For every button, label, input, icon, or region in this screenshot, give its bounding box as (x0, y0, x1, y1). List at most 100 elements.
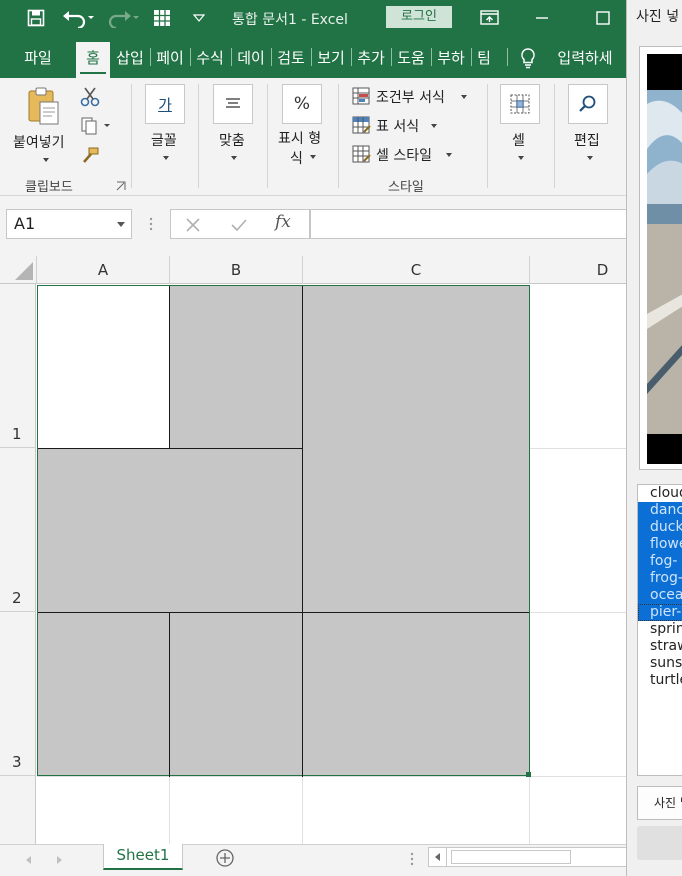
conditional-format-button[interactable]: 조건부 서식 (376, 87, 445, 107)
tell-me-input[interactable]: 입력하세 (552, 36, 618, 78)
tab-page-layout[interactable]: 페이 (152, 36, 188, 78)
number-format-label-2[interactable]: 식 (290, 148, 303, 168)
column-header-b[interactable]: B (170, 256, 303, 284)
file-item[interactable]: turtle (638, 672, 682, 689)
insert-function-icon[interactable]: fx (275, 212, 291, 232)
file-item[interactable]: fog- (638, 553, 682, 570)
enter-check-icon[interactable] (230, 217, 248, 233)
cell-style-icon (352, 145, 372, 167)
table-format-button[interactable]: 표 서식 (376, 116, 419, 136)
form-grid-icon[interactable] (150, 6, 174, 30)
maximize-icon[interactable] (590, 6, 614, 30)
scroll-sheets-left-icon[interactable] (24, 854, 34, 869)
format-painter-icon[interactable] (80, 146, 100, 170)
number-format-label-1[interactable]: 표시 형 (278, 128, 321, 148)
file-item[interactable]: duck (638, 519, 682, 536)
column-header-c[interactable]: C (303, 256, 530, 284)
tab-data[interactable]: 데이 (233, 36, 269, 78)
undo-icon[interactable] (60, 6, 98, 30)
scroll-thumb[interactable] (451, 850, 571, 864)
table-format-icon (352, 116, 372, 138)
clipboard-launcher-icon[interactable] (116, 180, 126, 195)
font-icon: 가 (158, 95, 172, 114)
paste-icon[interactable] (26, 86, 60, 132)
file-item[interactable]: cloud (638, 485, 682, 502)
file-item[interactable]: danc (638, 502, 682, 519)
editing-label[interactable]: 편집 (574, 130, 600, 150)
ribbon-tabs: 파일 홈 삽입 페이 수식 데이 검토 보기 추가 도움 부하 팀 입력하세 (0, 36, 626, 78)
row-header-3[interactable]: 3 (0, 612, 36, 776)
cells-label[interactable]: 셀 (512, 130, 525, 150)
save-icon[interactable] (24, 6, 48, 30)
tab-splitter-icon[interactable] (410, 852, 414, 870)
tab-load-test[interactable]: 부하 (433, 36, 469, 78)
row-header-2[interactable]: 2 (0, 448, 36, 612)
customize-toolbar-icon[interactable] (190, 6, 208, 30)
picture-white-region (38, 286, 169, 448)
name-box[interactable]: A1 (6, 209, 132, 239)
tab-review[interactable]: 검토 (273, 36, 309, 78)
file-item[interactable]: straw (638, 638, 682, 655)
minimize-icon[interactable] (530, 6, 554, 30)
paste-label[interactable]: 붙여넣기 (13, 132, 65, 152)
cells-button[interactable] (500, 84, 540, 124)
login-button[interactable]: 로그인 (386, 6, 452, 28)
cancel-icon[interactable] (185, 217, 201, 233)
number-format-button[interactable]: % (282, 84, 322, 124)
file-list[interactable]: cloud danc duck flowe fog- frog- ocea pi… (637, 484, 682, 776)
row-headers: 1 2 3 (0, 284, 36, 844)
preview-photo (647, 54, 682, 464)
tab-team[interactable]: 팀 (473, 36, 495, 78)
lightbulb-icon[interactable] (518, 47, 538, 73)
inserted-picture[interactable] (37, 285, 531, 777)
insert-picture-dialog: 사진 넣 cloud danc duck flowe fog- frog- oc… (626, 0, 682, 876)
insert-picture-button[interactable]: 사진 넣 (637, 786, 682, 820)
file-item[interactable]: frog- (638, 570, 682, 587)
tab-home[interactable]: 홈 (76, 42, 110, 78)
sheet-tab-sheet1[interactable]: Sheet1 (103, 844, 183, 870)
formula-splitter-icon[interactable] (149, 217, 153, 231)
tab-help[interactable]: 도움 (393, 36, 429, 78)
file-item[interactable]: pier- (638, 604, 682, 621)
horizontal-scrollbar[interactable] (428, 847, 626, 867)
font-label[interactable]: 글꼴 (151, 130, 177, 150)
column-headers: A B C D (0, 256, 676, 284)
file-item[interactable]: sunse (638, 655, 682, 672)
new-sheet-icon[interactable] (215, 848, 235, 872)
column-header-a[interactable]: A (37, 256, 170, 284)
alignment-button[interactable] (213, 84, 253, 124)
cut-icon[interactable] (80, 86, 100, 112)
scroll-left-icon[interactable] (429, 848, 447, 866)
formula-bar: A1 fx (0, 196, 630, 256)
styles-group-label: 스타일 (388, 180, 424, 195)
title-bar: 통합 문서1 - Excel 로그인 (0, 0, 626, 36)
file-item[interactable]: flowe (638, 536, 682, 553)
cell-style-button[interactable]: 셀 스타일 (376, 145, 432, 165)
ok-button[interactable] (637, 826, 682, 860)
name-box-dropdown-icon[interactable] (117, 222, 125, 227)
scroll-sheets-right-icon[interactable] (54, 854, 64, 869)
ribbon: 붙여넣기 클립보드 가 글꼴 맞춤 % 표시 형 식 조건부 서식 표 서식 셀… (0, 78, 626, 196)
sheet-tab-bar: Sheet1 (0, 844, 626, 876)
ribbon-display-icon[interactable] (478, 6, 502, 30)
alignment-label[interactable]: 맞춤 (219, 130, 245, 150)
clipboard-group-label: 클립보드 (25, 180, 73, 195)
tab-formulas[interactable]: 수식 (192, 36, 228, 78)
formula-input[interactable] (310, 209, 630, 239)
cells-icon (510, 94, 530, 114)
tab-file[interactable]: 파일 (12, 36, 64, 78)
name-box-value: A1 (14, 214, 36, 233)
conditional-format-icon (352, 87, 372, 109)
file-item[interactable]: sprin (638, 621, 682, 638)
editing-button[interactable] (568, 84, 608, 124)
tab-view[interactable]: 보기 (313, 36, 349, 78)
tab-insert[interactable]: 삽입 (112, 36, 148, 78)
copy-icon[interactable] (80, 116, 110, 140)
resize-handle[interactable] (526, 772, 531, 777)
row-header-1[interactable]: 1 (0, 284, 36, 448)
file-item[interactable]: ocea (638, 587, 682, 604)
select-all-button[interactable] (0, 256, 37, 284)
font-button[interactable]: 가 (145, 84, 185, 124)
tab-addins[interactable]: 추가 (353, 36, 389, 78)
redo-icon[interactable] (104, 6, 142, 30)
